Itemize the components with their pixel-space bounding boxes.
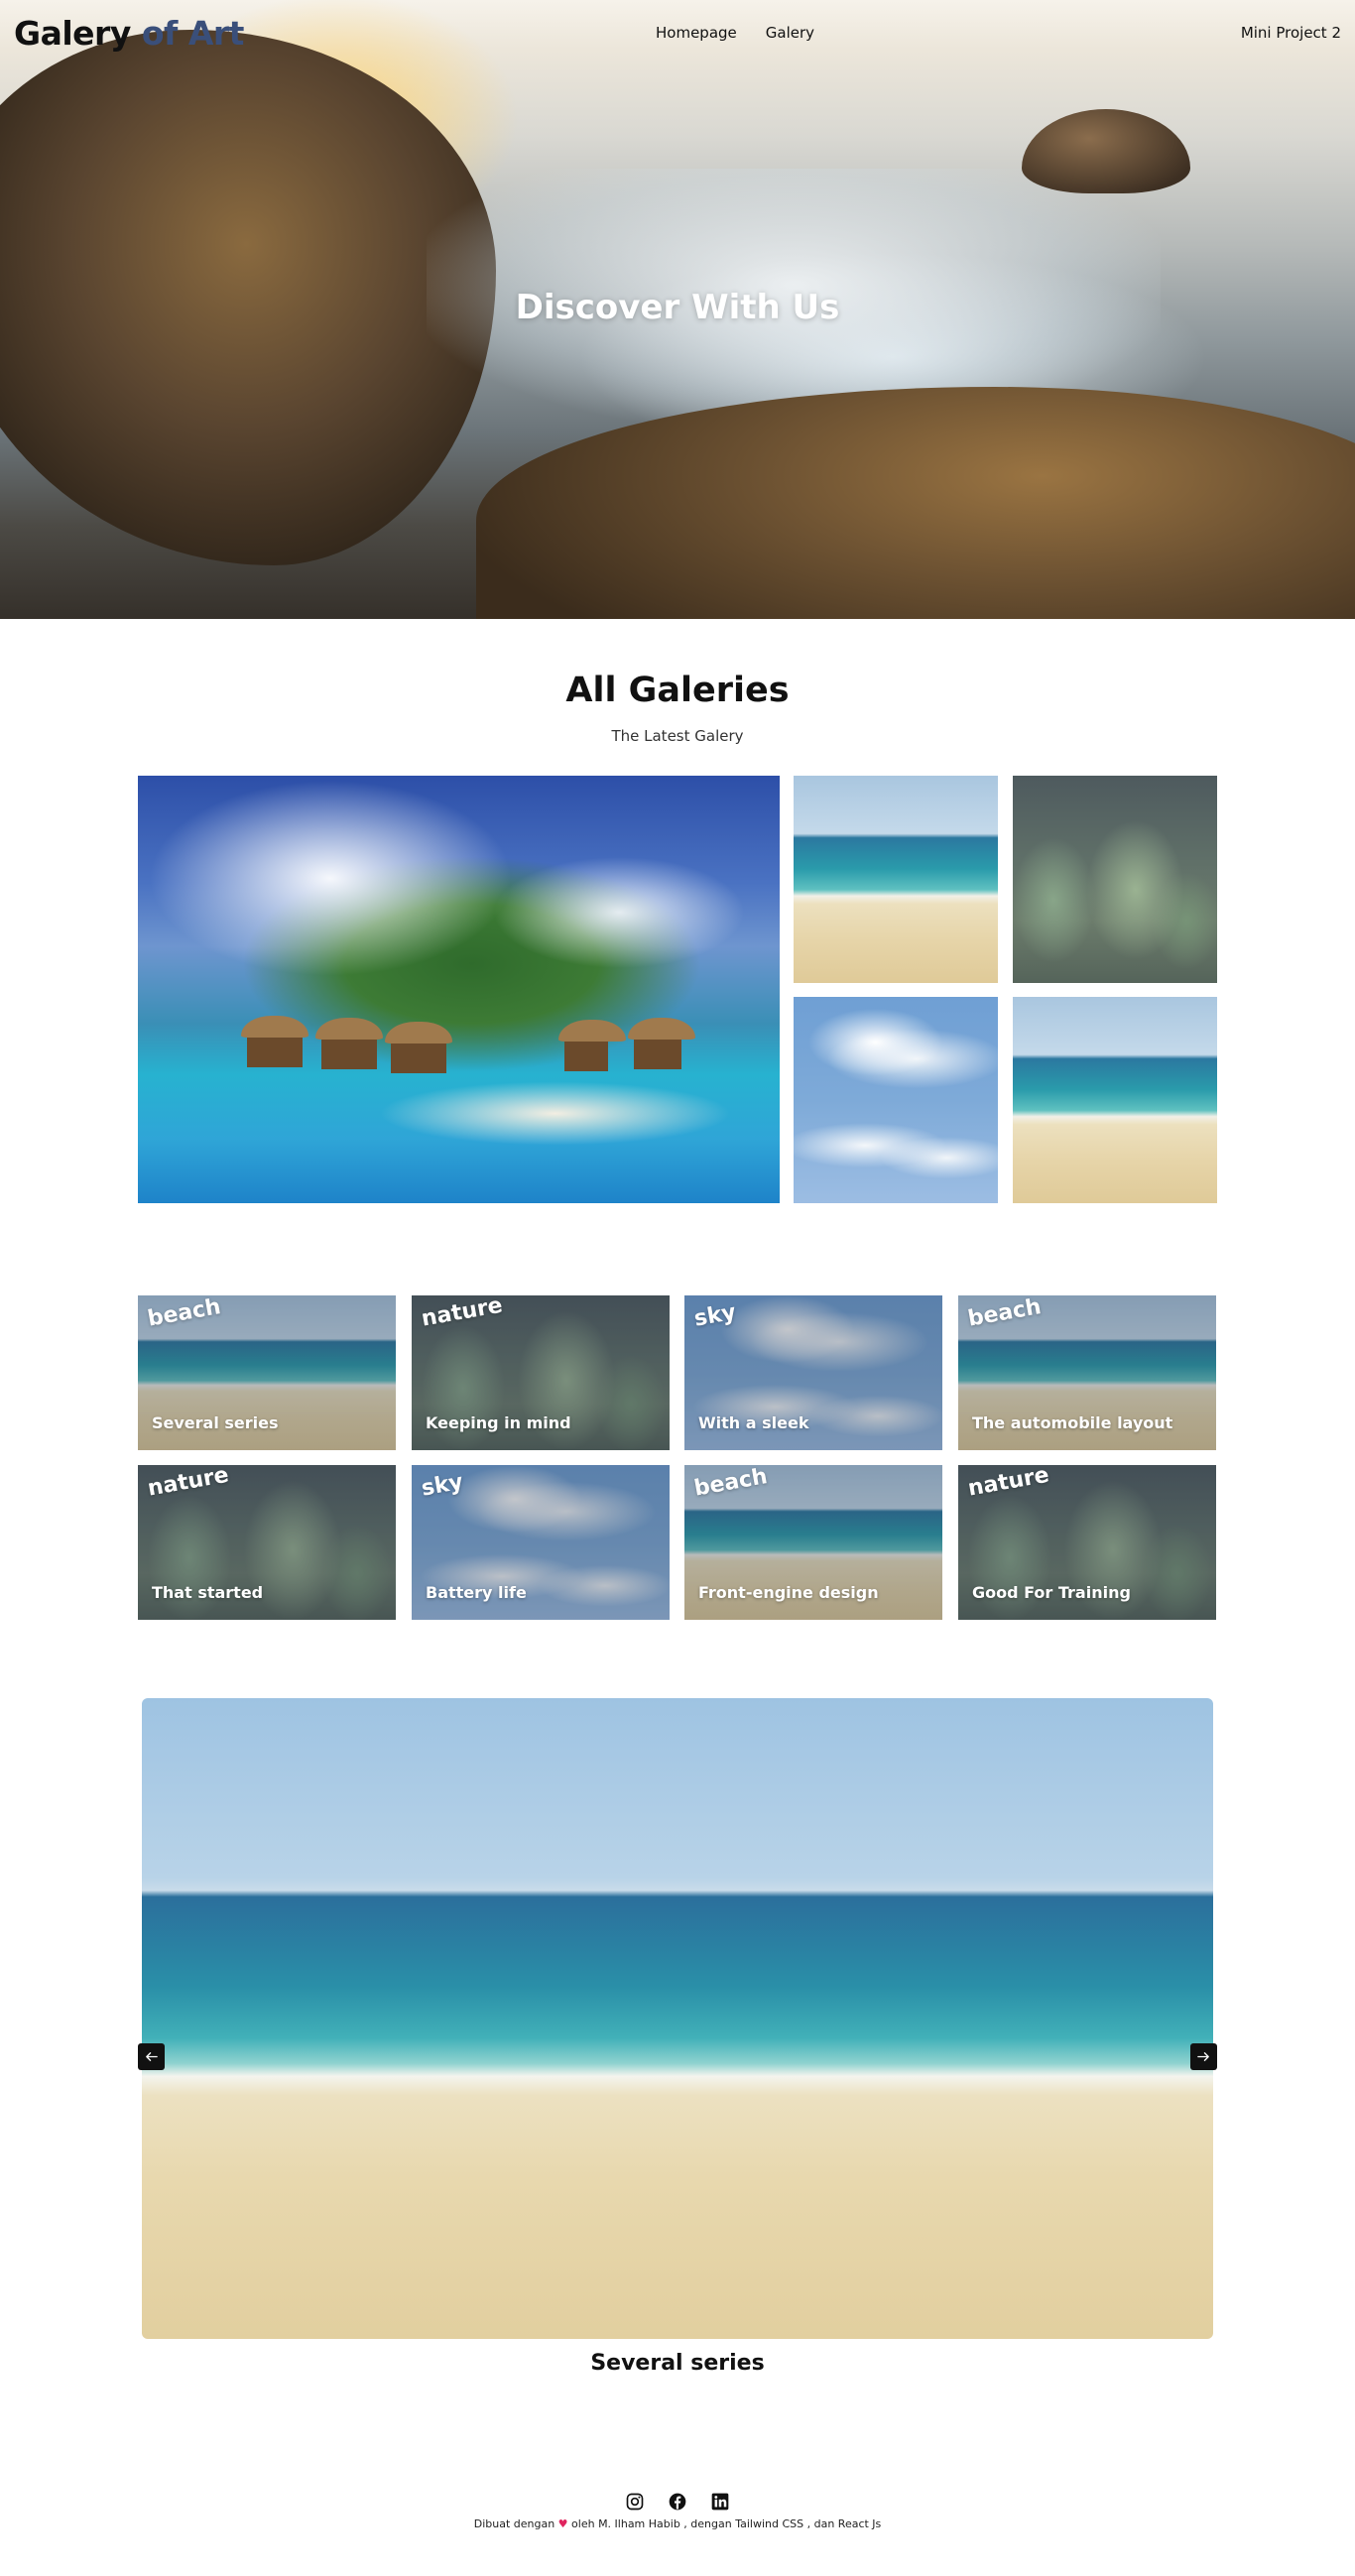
category-card[interactable]: beach The automobile layout [958, 1295, 1216, 1450]
category-card[interactable]: nature That started [138, 1465, 396, 1620]
card-title: Several series [152, 1413, 279, 1432]
gallery-image-beach[interactable] [794, 776, 998, 983]
arrow-left-icon [146, 2052, 158, 2061]
nav-link-homepage[interactable]: Homepage [656, 24, 737, 42]
arrow-right-icon [1197, 2052, 1209, 2061]
footer-credit-text: oleh M. Ilham Habib , dengan Tailwind CS… [567, 2517, 882, 2530]
gallery-image-island[interactable] [138, 776, 780, 1203]
linkedin-icon[interactable] [710, 2491, 731, 2512]
card-title: The automobile layout [972, 1413, 1173, 1432]
section-title: All Galeries [565, 671, 790, 710]
nav-links: Homepage Galery [656, 24, 814, 42]
gallery-image-nature[interactable] [1013, 776, 1217, 983]
hero-banner: Discover With Us [0, 0, 1355, 619]
category-card[interactable]: nature Keeping in mind [412, 1295, 670, 1450]
brand-text-accent: of Art [141, 14, 245, 53]
nav-link-mini-project[interactable]: Mini Project 2 [1241, 24, 1341, 42]
instagram-icon[interactable] [625, 2491, 646, 2512]
carousel-prev-button[interactable] [138, 2043, 165, 2070]
gallery-image-sky[interactable] [794, 997, 998, 1203]
carousel-next-button[interactable] [1190, 2043, 1217, 2070]
hut-shape [241, 1016, 308, 1067]
card-title: Good For Training [972, 1583, 1131, 1602]
footer-credit-text: Dibuat dengan [473, 2517, 558, 2530]
gallery-image-beach[interactable] [1013, 997, 1217, 1203]
card-title: That started [152, 1583, 264, 1602]
category-card[interactable]: beach Several series [138, 1295, 396, 1450]
hut-shape [628, 1018, 695, 1069]
facebook-icon[interactable] [668, 2491, 688, 2512]
hero-title: Discover With Us [515, 288, 840, 327]
hut-shape [385, 1022, 452, 1073]
heart-icon: ♥ [557, 2517, 568, 2530]
carousel-caption: Several series [590, 2351, 765, 2376]
card-title: Battery life [426, 1583, 527, 1602]
category-card[interactable]: sky Battery life [412, 1465, 670, 1620]
category-card[interactable]: sky With a sleek [684, 1295, 942, 1450]
hero-rock-right [1022, 109, 1190, 193]
card-title: Keeping in mind [426, 1413, 571, 1432]
category-card[interactable]: nature Good For Training [958, 1465, 1216, 1620]
card-title: Front-engine design [698, 1583, 879, 1602]
carousel-slide-image[interactable] [142, 1698, 1213, 2339]
brand-logo[interactable]: Galery of Art [14, 14, 244, 53]
category-card[interactable]: beach Front-engine design [684, 1465, 942, 1620]
social-links [0, 2491, 1355, 2512]
brand-text: Galery [14, 14, 142, 53]
footer-credit: Dibuat dengan ♥ oleh M. Ilham Habib , de… [0, 2517, 1355, 2530]
hut-shape [315, 1018, 383, 1069]
hut-shape [558, 1020, 626, 1071]
section-subtitle: The Latest Galery [611, 727, 744, 745]
card-title: With a sleek [698, 1413, 809, 1432]
top-navigation: Galery of Art Homepage Galery Mini Proje… [0, 0, 1355, 67]
nav-link-galery[interactable]: Galery [766, 24, 814, 42]
